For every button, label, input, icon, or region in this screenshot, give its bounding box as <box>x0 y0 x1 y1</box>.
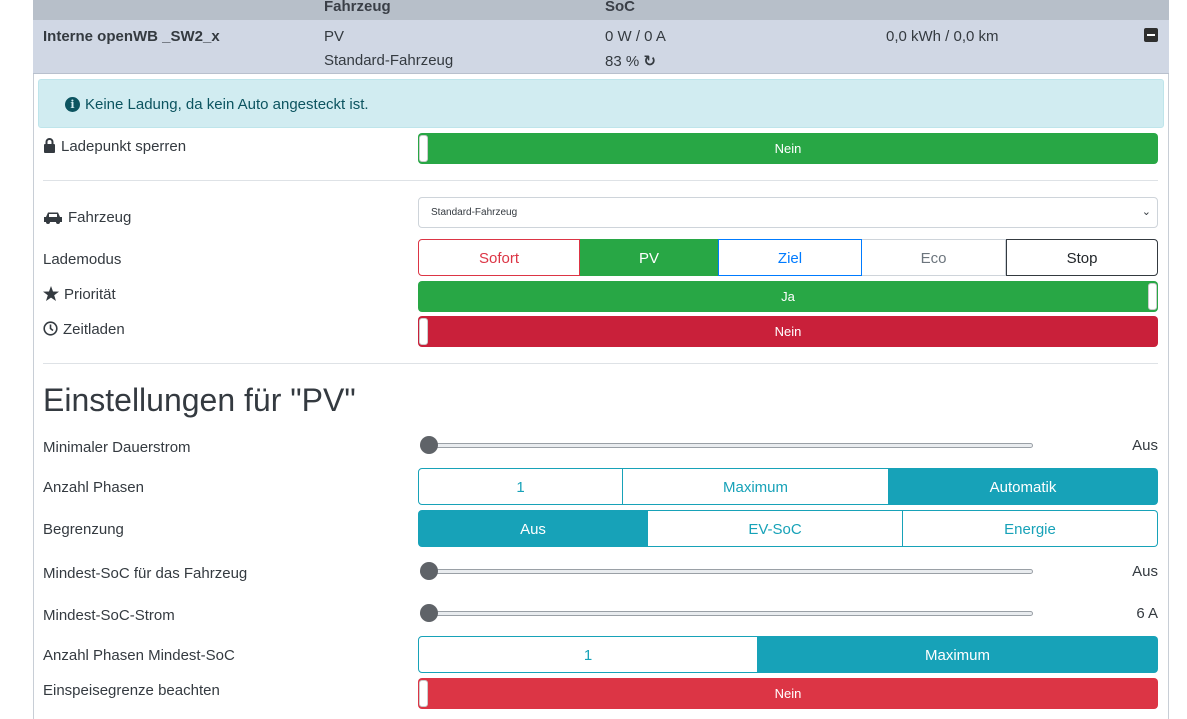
limit-group: Aus EV-SoC Energie <box>418 510 1158 547</box>
limit-off-button[interactable]: Aus <box>418 510 648 547</box>
limit-label: Begrenzung <box>43 521 124 538</box>
chevron-down-icon: ⌄ <box>1141 206 1151 218</box>
lock-label: Ladepunkt sperren <box>61 138 187 155</box>
alert-text: Keine Ladung, da kein Auto angesteckt is… <box>85 96 369 113</box>
vehicle-select[interactable]: Standard-Fahrzeug ⌄ <box>418 197 1158 228</box>
chargepoint-mode: PV <box>324 28 345 45</box>
limit-energy-button[interactable]: Energie <box>903 510 1158 547</box>
min-soc-slider[interactable] <box>420 561 1033 581</box>
min-current-label: Minimaler Dauerstrom <box>43 439 191 456</box>
lock-icon <box>44 138 55 153</box>
slider-thumb[interactable] <box>420 604 438 622</box>
min-soc-value: Aus <box>1132 563 1158 580</box>
charge-mode-label: Lademodus <box>43 251 122 268</box>
vehicle-label: Fahrzeug <box>68 209 132 226</box>
min-soc-phases-max-button[interactable]: Maximum <box>758 636 1158 673</box>
mode-ziel-button[interactable]: Ziel <box>718 239 862 276</box>
info-alert: i Keine Ladung, da kein Auto angesteckt … <box>38 79 1164 128</box>
star-icon <box>43 286 59 301</box>
divider <box>43 363 1158 364</box>
slider-track <box>420 443 1033 448</box>
feed-in-toggle[interactable]: Nein <box>418 678 1158 709</box>
chargepoint-vehicle: Standard-Fahrzeug <box>324 52 454 69</box>
soc-value: 83 % <box>605 53 640 70</box>
min-soc-current-label: Mindest-SoC-Strom <box>43 607 175 624</box>
lock-toggle-knob <box>419 135 428 162</box>
slider-track <box>420 611 1033 616</box>
min-current-value: Aus <box>1132 437 1158 454</box>
timed-label-row: Zeitladen <box>43 321 125 338</box>
min-current-slider[interactable] <box>420 435 1033 455</box>
feed-in-toggle-knob <box>419 680 428 707</box>
min-soc-label: Mindest-SoC für das Fahrzeug <box>43 565 248 582</box>
vehicle-label-row: Fahrzeug <box>43 209 131 226</box>
mode-eco-button[interactable]: Eco <box>862 239 1006 276</box>
settings-heading: Einstellungen für "PV" <box>43 382 356 418</box>
chargepoint-energy: 0,0 kWh / 0,0 km <box>886 28 999 45</box>
priority-label-row: Priorität <box>43 286 116 303</box>
clock-icon <box>43 321 58 336</box>
phases-group: 1 Maximum Automatik <box>418 468 1158 505</box>
car-icon <box>44 212 62 224</box>
slider-thumb[interactable] <box>420 436 438 454</box>
lock-toggle-value: Nein <box>774 141 802 156</box>
min-soc-current-slider[interactable] <box>420 603 1033 623</box>
chargepoint-soc: 83 % ↻ <box>605 52 656 70</box>
mode-sofort-button[interactable]: Sofort <box>418 239 580 276</box>
chargepoint-power: 0 W / 0 A <box>605 28 666 45</box>
priority-toggle-knob <box>1148 283 1157 310</box>
mode-pv-button[interactable]: PV <box>580 239 718 276</box>
min-soc-phases-1-button[interactable]: 1 <box>418 636 758 673</box>
feed-in-toggle-value: Nein <box>774 686 802 701</box>
timed-toggle[interactable]: Nein <box>418 316 1158 347</box>
chargepoint-name: Interne openWB _SW2_x <box>43 28 220 45</box>
col-vehicle-header: Fahrzeug <box>324 0 391 15</box>
divider <box>43 180 1158 181</box>
charge-mode-group: Sofort PV Ziel Eco Stop <box>418 239 1158 276</box>
col-soc-header: SoC <box>605 0 635 15</box>
lock-label-row: Ladepunkt sperren <box>43 138 186 155</box>
slider-track <box>420 569 1033 574</box>
priority-toggle[interactable]: Ja <box>418 281 1158 312</box>
timed-label: Zeitladen <box>63 321 125 338</box>
phases-1-button[interactable]: 1 <box>418 468 623 505</box>
lock-toggle[interactable]: Nein <box>418 133 1158 164</box>
phases-max-button[interactable]: Maximum <box>623 468 889 505</box>
timed-toggle-knob <box>419 318 428 345</box>
info-icon: i <box>65 97 80 112</box>
limit-evsoc-button[interactable]: EV-SoC <box>648 510 903 547</box>
phases-auto-button[interactable]: Automatik <box>889 468 1158 505</box>
min-soc-phases-label: Anzahl Phasen Mindest-SoC <box>43 647 235 664</box>
min-soc-current-value: 6 A <box>1136 605 1158 622</box>
priority-toggle-value: Ja <box>781 289 795 304</box>
phases-label: Anzahl Phasen <box>43 479 144 496</box>
priority-label: Priorität <box>64 286 116 303</box>
timed-toggle-value: Nein <box>774 324 802 339</box>
refresh-icon[interactable]: ↻ <box>643 53 656 70</box>
feed-in-label: Einspeisegrenze beachten <box>43 682 220 699</box>
chargepoint-row[interactable]: Interne openWB _SW2_x PV Standard-Fahrze… <box>33 20 1169 74</box>
mode-stop-button[interactable]: Stop <box>1006 239 1158 276</box>
slider-thumb[interactable] <box>420 562 438 580</box>
vehicle-select-value: Standard-Fahrzeug <box>431 207 518 218</box>
min-soc-phases-group: 1 Maximum <box>418 636 1158 673</box>
collapse-icon[interactable] <box>1144 28 1158 42</box>
table-header: Fahrzeug SoC <box>33 0 1169 20</box>
